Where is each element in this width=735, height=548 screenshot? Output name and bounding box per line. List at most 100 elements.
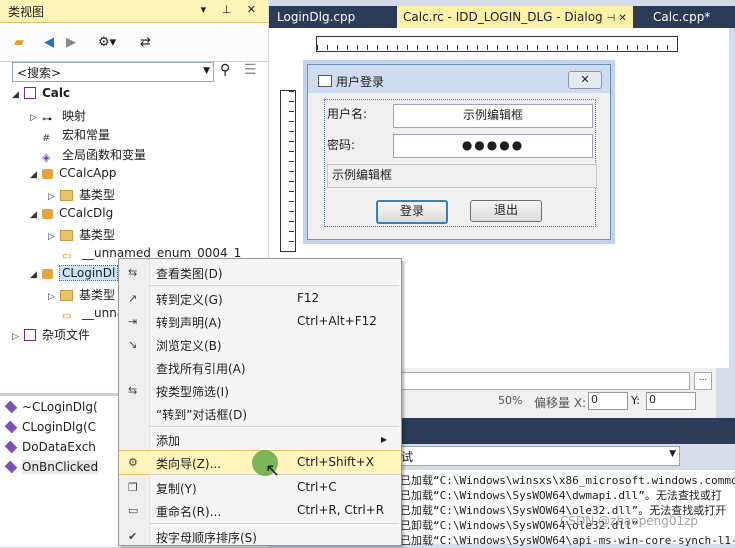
- tree-item-base-types[interactable]: ▷ 基类型: [48, 186, 115, 206]
- forward-icon[interactable]: ▶: [66, 35, 76, 50]
- search-placeholder: <搜索>: [17, 66, 62, 80]
- enum-icon: ▭: [62, 311, 72, 322]
- menu-separator: [149, 523, 399, 524]
- panel-pin-buttons[interactable]: ▾ ⊥ ✕: [201, 3, 262, 16]
- menu-item-filter-by-type[interactable]: ⇆ 按类型筛选(I): [119, 379, 401, 402]
- menu-item-rename[interactable]: ▭ 重命名(R)... Ctrl+R, Ctrl+R: [119, 499, 401, 522]
- offset-y-label: Y:: [631, 394, 640, 407]
- project-icon: [24, 329, 36, 341]
- tree-item-base-types[interactable]: ▷ 基类型: [48, 286, 115, 306]
- new-folder-icon[interactable]: ▰: [14, 35, 24, 50]
- menu-item-view-class-diagram[interactable]: ⇆ 查看类图(D): [119, 261, 401, 284]
- mouse-pointer-icon: ↖: [265, 460, 281, 481]
- list-item[interactable]: OnBnClicked: [4, 460, 99, 474]
- info-field[interactable]: 示例编辑框: [327, 164, 597, 188]
- global-cube-icon: ◈: [42, 151, 51, 164]
- method-icon: [4, 400, 18, 414]
- class-icon: [42, 209, 53, 219]
- login-dialog-preview[interactable]: 用户登录 ✕ 用户名: 示例编辑框 密码: ●●●●● 示例编辑框 登录 退出: [307, 64, 611, 240]
- class-icon: [42, 269, 53, 279]
- filter-icon: ⇆: [128, 384, 138, 397]
- method-icon: [4, 420, 18, 434]
- offset-x-field[interactable]: 0: [588, 392, 628, 410]
- output-title-bar: [398, 418, 735, 444]
- class-view-title-bar: 类视图 ▾ ⊥ ✕: [0, 0, 268, 23]
- sync-icon[interactable]: ⇄: [140, 35, 151, 50]
- zoom-level: 50%: [498, 394, 523, 407]
- class-view-toolbar: ▰ ◀ ▶ ⚙▾ ⇄: [0, 23, 268, 62]
- watermark: CSDN @zhaopeng01zp: [560, 514, 699, 528]
- project-icon: [24, 87, 36, 99]
- class-diagram-icon: ⇆: [128, 266, 138, 279]
- document-tabs: LoginDlg.cpp Calc.rc - IDD_LOGIN_DLG - D…: [269, 6, 735, 28]
- output-line: 已加载“C:\Windows\SysWOW64\dwmapi.dll”。无法查找…: [400, 489, 722, 502]
- browse-definition-icon: ↘: [128, 338, 138, 351]
- tree-item-clogindlg[interactable]: ◢ CLoginDl: [30, 265, 119, 286]
- exit-button[interactable]: 退出: [470, 200, 542, 222]
- menu-item-add[interactable]: 添加 ▸: [119, 428, 401, 451]
- tree-item-ccalcdlg[interactable]: ◢ CCalcDlg: [30, 206, 113, 226]
- search-input[interactable]: <搜索> ▼: [12, 62, 214, 82]
- scroll-track[interactable]: [398, 372, 690, 390]
- chevron-down-icon[interactable]: ▼: [669, 449, 676, 459]
- vertical-ruler: [280, 90, 296, 252]
- menu-item-sort-alphabetically[interactable]: ✔ 按字母顺序排序(S): [119, 525, 401, 548]
- folder-icon: [60, 230, 73, 241]
- menu-item-browse-definition[interactable]: ↘ 浏览定义(B): [119, 333, 401, 356]
- dialog-body: 用户名: 示例编辑框 密码: ●●●●● 示例编辑框 登录 退出: [324, 99, 597, 227]
- tree-item-ccalcapp[interactable]: ◢ CCalcApp: [30, 166, 117, 186]
- copy-icon: ❐: [128, 481, 138, 494]
- back-icon[interactable]: ◀: [44, 35, 54, 50]
- output-line: 已加载“C:\Windows\winsxs\x86_microsoft.wind…: [400, 474, 735, 487]
- tab-calc-rc-dialog[interactable]: Calc.rc - IDD_LOGIN_DLG - Dialog ⊣ ✕: [397, 6, 633, 28]
- list-item[interactable]: DoDataExch: [4, 440, 96, 454]
- list-item[interactable]: CLoginDlg(C: [4, 420, 96, 434]
- macro-icon: #: [42, 133, 51, 144]
- menu-separator: [149, 285, 399, 286]
- tab-logindlg-cpp[interactable]: LoginDlg.cpp: [271, 6, 361, 28]
- tree-item-unnamed[interactable]: ▭ __unna: [62, 306, 124, 326]
- offset-y-field[interactable]: 0: [646, 392, 696, 410]
- tab-calc-cpp[interactable]: Calc.cpp*: [647, 6, 716, 28]
- go-to-definition-icon: ↗: [128, 292, 138, 305]
- dialog-title-bar: 用户登录 ✕: [308, 65, 610, 93]
- rename-icon: ▭: [128, 504, 139, 517]
- more-button[interactable]: ...: [694, 372, 712, 390]
- context-menu: ⇆ 查看类图(D) ↗ 转到定义(G) F12 ⇥ 转到声明(A) Ctrl+Alt+F1…: [118, 258, 402, 546]
- close-icon[interactable]: ✕: [568, 71, 602, 89]
- menu-item-goto-dialog[interactable]: “转到”对话框(D): [119, 402, 401, 425]
- zoom-offset-bar: ... 50% 偏移量 X: 0 Y: 0: [398, 368, 716, 418]
- settings-gear-icon[interactable]: ⚙▾: [98, 35, 116, 50]
- tree-item-misc-files[interactable]: ▷ 杂项文件: [12, 326, 90, 346]
- output-line: 已加载“C:\Windows\SysWOW64\api-ms-win-core-…: [400, 534, 735, 547]
- search-icon[interactable]: ⚲: [220, 62, 230, 78]
- menu-item-go-to-declaration[interactable]: ⇥ 转到声明(A) Ctrl+Alt+F12: [119, 310, 401, 333]
- tree-item-calc[interactable]: ◢ Calc: [12, 86, 70, 106]
- map-icon: ⊶: [42, 114, 52, 125]
- password-field[interactable]: ●●●●●: [393, 134, 593, 158]
- list-item[interactable]: ~CLoginDlg(: [4, 400, 98, 414]
- output-pane[interactable]: 已加载“C:\Windows\winsxs\x86_microsoft.wind…: [398, 470, 735, 547]
- clear-search-icon[interactable]: ☰: [244, 62, 257, 78]
- enum-icon: ▭: [62, 251, 72, 262]
- menu-separator: [149, 426, 399, 427]
- login-button[interactable]: 登录: [376, 200, 448, 224]
- chevron-down-icon[interactable]: ▼: [203, 66, 210, 76]
- password-label: 密码:: [327, 138, 356, 152]
- menu-item-find-all-references[interactable]: 查找所有引用(A): [119, 356, 401, 379]
- menu-item-go-to-definition[interactable]: ↗ 转到定义(G) F12: [119, 287, 401, 310]
- tree-item-globals[interactable]: ◈ 全局函数和变量: [30, 146, 146, 166]
- menu-item-copy[interactable]: ❐ 复制(Y) Ctrl+C: [119, 476, 401, 499]
- tab-pin-close-icon[interactable]: ⊣ ✕: [606, 13, 626, 24]
- offset-label: 偏移量 X:: [534, 396, 587, 410]
- check-icon: ✔: [128, 530, 138, 543]
- method-icon: [4, 440, 18, 454]
- username-field[interactable]: 示例编辑框: [393, 104, 593, 128]
- method-icon: [4, 460, 18, 474]
- window-icon: [318, 75, 332, 87]
- tree-item-maps[interactable]: ▷ ⊶ 映射: [30, 107, 86, 127]
- tree-item-macros[interactable]: # 宏和常量: [30, 126, 110, 146]
- output-source-select[interactable]: 试 ▼: [398, 446, 680, 466]
- tree-item-base-types[interactable]: ▷ 基类型: [48, 226, 115, 246]
- horizontal-ruler: [316, 36, 678, 52]
